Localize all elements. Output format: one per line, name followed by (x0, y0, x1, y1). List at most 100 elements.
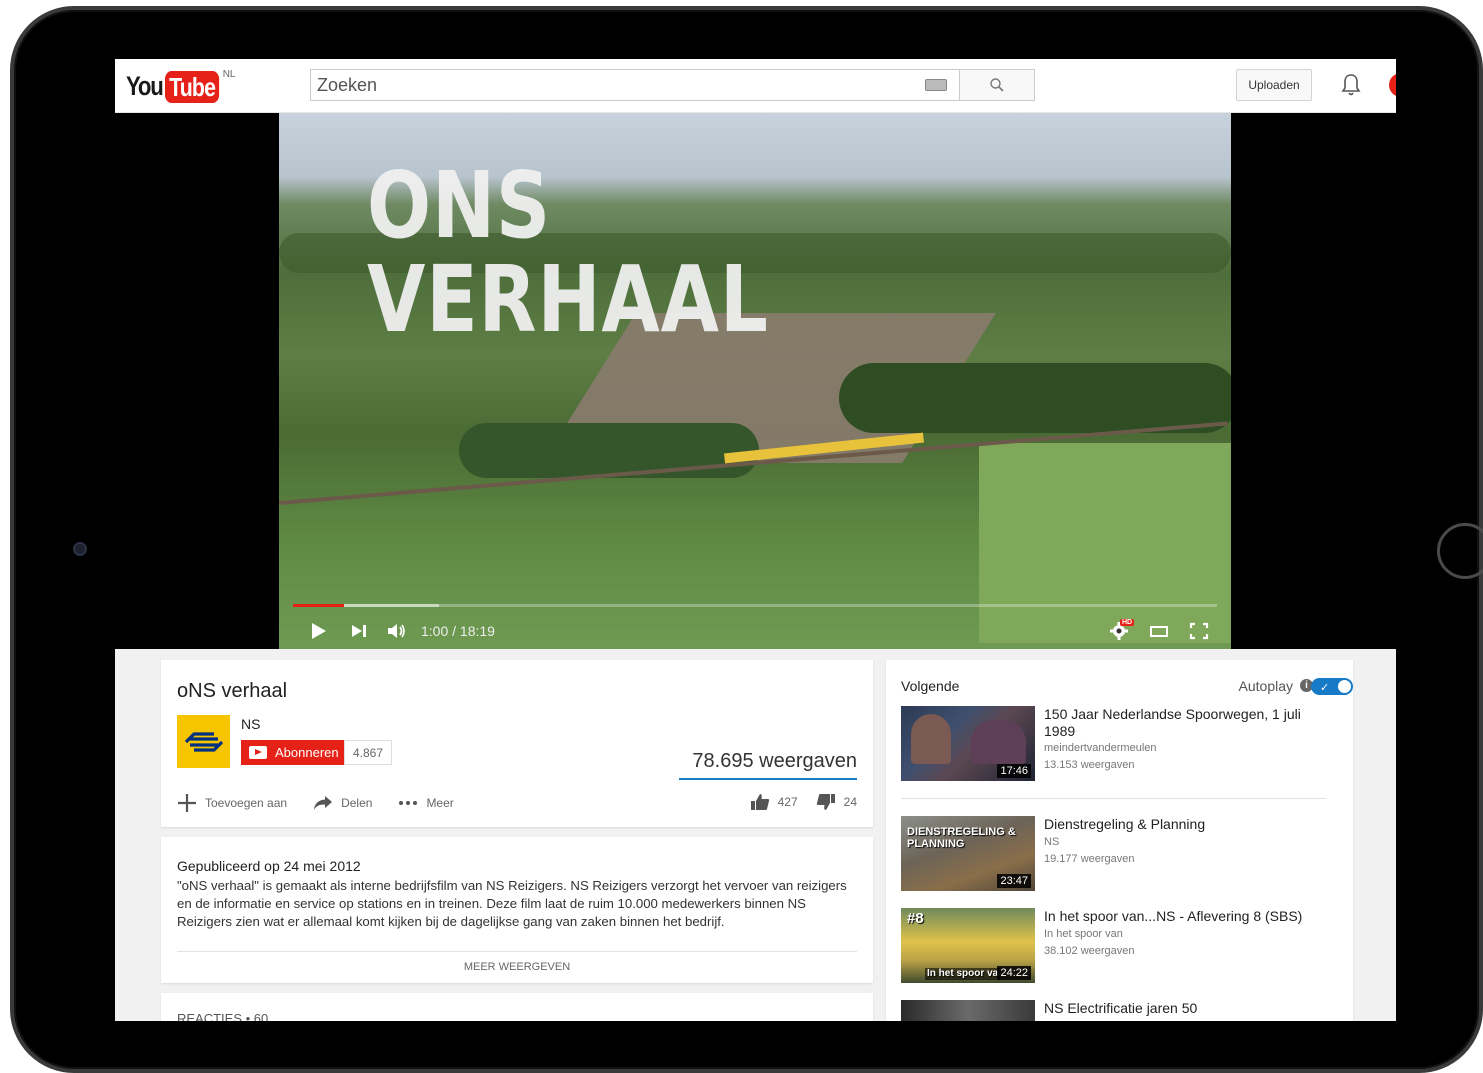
player-controls: 1:00 / 18:19 HD (279, 613, 1231, 649)
video-thumbnail[interactable]: #8 In het spoor va 24:22 (901, 908, 1035, 983)
description-text: "oNS verhaal" is gemaakt als interne bed… (177, 878, 847, 929)
divider (177, 951, 857, 952)
thumbs-up-icon[interactable] (750, 793, 770, 811)
episode-badge: #8 (907, 910, 924, 927)
channel-name[interactable]: NS (241, 716, 260, 732)
video-title: oNS verhaal (177, 680, 288, 702)
avatar[interactable] (1389, 73, 1396, 97)
bell-icon[interactable] (1341, 73, 1361, 97)
video-thumbnail[interactable] (901, 1000, 1035, 1021)
more-button[interactable]: Meer (398, 796, 454, 810)
youtube-logo[interactable]: You Tube NL (126, 69, 236, 103)
overlay-line-1: ONS (367, 152, 552, 259)
more-label: Meer (426, 796, 454, 810)
theater-mode-button[interactable] (1149, 624, 1169, 638)
sentiment-bar (679, 778, 857, 780)
ns-logo-icon (184, 731, 223, 752)
autoplay-toggle[interactable]: ✓ (1311, 678, 1353, 695)
recommendation-item[interactable]: NS Electrificatie jaren 50 (901, 1000, 1341, 1021)
toggle-knob (1338, 680, 1351, 693)
logo-you: You (126, 71, 164, 101)
like-count: 427 (777, 795, 798, 809)
fullscreen-icon (1189, 622, 1209, 640)
recommendation-views: 19.177 weergaven (1044, 853, 1135, 865)
recommendation-views: 13.153 weergaven (1044, 759, 1135, 771)
play-button[interactable] (311, 622, 327, 640)
video-player[interactable]: ONS VERHAAL 1:00 / 18:19 HD (115, 113, 1396, 649)
youtube-page: You Tube NL Uploaden ONS VERHAAL (115, 59, 1396, 1021)
plus-icon (178, 794, 196, 812)
comments-header: REACTIES • 60 (177, 1011, 269, 1021)
description-card: Gepubliceerd op 24 mei 2012 "oNS verhaal… (161, 837, 873, 983)
overlay-line-2: VERHAAL (367, 246, 769, 353)
add-to-button[interactable]: Toevoegen aan (177, 793, 287, 813)
video-frame[interactable]: ONS VERHAAL 1:00 / 18:19 HD (279, 113, 1231, 649)
recommendation-item[interactable]: DIENSTREGELING & PLANNING 23:47 Dienstre… (901, 816, 1341, 896)
action-bar: Toevoegen aan Delen Meer (177, 793, 480, 813)
thumbnail-caption: In het spoor va (925, 968, 1001, 980)
add-to-label: Toevoegen aan (205, 796, 288, 810)
share-button[interactable]: Delen (313, 795, 372, 811)
play-icon (312, 623, 326, 639)
volume-button[interactable] (387, 623, 407, 639)
scenery-forest (839, 363, 1231, 433)
view-count: 78.695 weergaven (692, 750, 857, 772)
subscriber-count: 4.867 (344, 740, 393, 765)
recommendation-title[interactable]: 150 Jaar Nederlandse Spoorwegen, 1 juli … (1044, 706, 1334, 740)
video-thumbnail[interactable]: 17:46 (901, 706, 1035, 781)
duration-badge: 17:46 (997, 764, 1031, 778)
search-box (310, 69, 960, 101)
share-label: Delen (341, 796, 373, 810)
search-button[interactable] (960, 69, 1035, 101)
comments-card: REACTIES • 60 (161, 993, 873, 1021)
check-icon: ✓ (1320, 682, 1330, 694)
recommendation-views: 38.102 weergaven (1044, 945, 1135, 957)
recommendation-title[interactable]: NS Electrificatie jaren 50 (1044, 1000, 1334, 1017)
youtube-play-icon (249, 746, 267, 759)
upload-button[interactable]: Uploaden (1236, 69, 1312, 101)
thumbnail-caption: DIENSTREGELING & PLANNING (907, 826, 1016, 850)
autoplay-label: Autoplay (1238, 678, 1293, 694)
up-next-sidebar: Volgende Autoplay i ✓ 17:46 150 Jaar Ned… (886, 660, 1353, 1021)
progress-bar[interactable] (293, 604, 1217, 607)
scenery-trees (459, 423, 759, 478)
recommendation-channel: In het spoor van (1044, 928, 1123, 940)
dislike-count: 24 (843, 795, 857, 809)
home-button[interactable] (1437, 523, 1483, 579)
up-next-label: Volgende (901, 678, 960, 694)
channel-avatar[interactable] (177, 715, 230, 768)
divider (901, 798, 1326, 799)
subscribe-button[interactable]: Abonneren (241, 740, 344, 765)
duration-badge: 23:47 (997, 874, 1031, 888)
logo-country: NL (222, 69, 236, 80)
more-dots-icon (399, 801, 418, 805)
recommendation-title[interactable]: In het spoor van...NS - Aflevering 8 (SB… (1044, 908, 1334, 925)
recommendation-title[interactable]: Dienstregeling & Planning (1044, 816, 1334, 833)
volume-icon (388, 624, 405, 638)
recommendation-item[interactable]: 17:46 150 Jaar Nederlandse Spoorwegen, 1… (901, 706, 1341, 786)
camera-icon (73, 542, 87, 556)
time-display: 1:00 / 18:19 (421, 623, 495, 639)
duration-badge: 24:22 (997, 966, 1031, 980)
search-input[interactable] (311, 70, 925, 100)
masthead: You Tube NL Uploaden (115, 59, 1396, 113)
settings-button[interactable]: HD (1109, 619, 1135, 641)
recommendation-channel: NS (1044, 836, 1060, 848)
theater-icon (1150, 626, 1168, 637)
video-overlay-title: ONS VERHAAL (367, 159, 769, 347)
video-thumbnail[interactable]: DIENSTREGELING & PLANNING 23:47 (901, 816, 1035, 891)
show-more-button[interactable]: MEER WEERGEVEN (161, 961, 873, 973)
keyboard-icon[interactable] (925, 79, 947, 91)
video-info-card: oNS verhaal NS Abonneren 4.867 78.695 we… (161, 660, 873, 827)
recommendation-channel: meindertvandermeulen (1044, 742, 1157, 754)
skip-next-icon (352, 625, 366, 637)
recommendation-item[interactable]: #8 In het spoor va 24:22 In het spoor va… (901, 908, 1341, 988)
fullscreen-button[interactable] (1189, 622, 1209, 640)
progress-played (293, 604, 344, 607)
publish-date: Gepubliceerd op 24 mei 2012 (177, 858, 361, 874)
thumbs-down-icon[interactable] (816, 793, 836, 811)
next-button[interactable] (351, 623, 367, 639)
share-icon (314, 796, 333, 810)
hd-badge: HD (1120, 619, 1135, 626)
search-icon (990, 78, 1004, 92)
